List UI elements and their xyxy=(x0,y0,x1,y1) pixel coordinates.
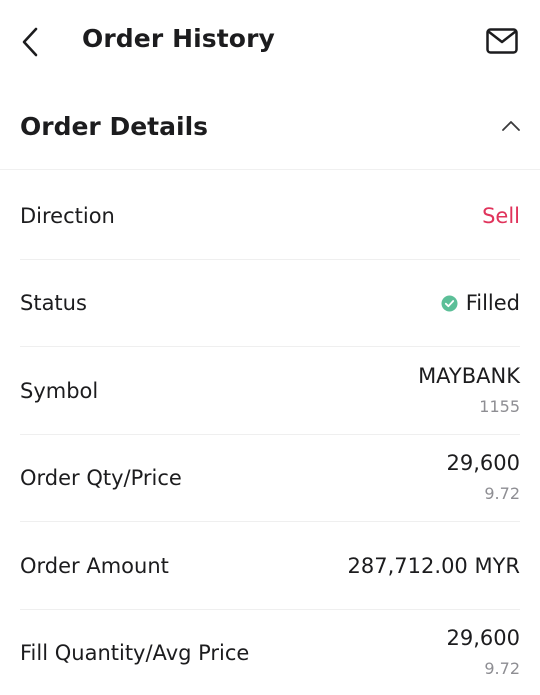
check-circle-icon xyxy=(441,295,458,312)
symbol-value: MAYBANK 1155 xyxy=(418,362,520,420)
order-amount-label: Order Amount xyxy=(20,553,169,578)
top-bar: Order History xyxy=(0,0,540,84)
symbol-label: Symbol xyxy=(20,378,99,403)
chevron-left-icon xyxy=(22,27,38,57)
direction-label: Direction xyxy=(20,203,115,228)
row-order-amount: Order Amount 287,712.00 MYR xyxy=(0,522,540,610)
order-history-screen: Order History Order Details Direction Se… xyxy=(0,0,540,695)
status-value: Filled xyxy=(465,291,520,316)
order-qty-price-label: Order Qty/Price xyxy=(20,466,182,491)
messages-button[interactable] xyxy=(484,24,520,58)
row-direction: Direction Sell xyxy=(0,172,540,260)
fill-qty-avg-price-label: Fill Quantity/Avg Price xyxy=(20,641,250,666)
chevron-up-icon[interactable] xyxy=(498,116,524,136)
avg-price: 9.72 xyxy=(484,659,520,679)
symbol-code: 1155 xyxy=(479,396,520,416)
page-title: Order History xyxy=(82,24,275,53)
fill-qty-avg-price-value: 29,600 9.72 xyxy=(447,624,520,682)
fill-qty: 29,600 xyxy=(446,626,520,651)
symbol-name: MAYBANK xyxy=(418,363,520,388)
status-label: Status xyxy=(20,291,87,316)
order-details-section-header[interactable]: Order Details xyxy=(0,90,540,170)
order-qty: 29,600 xyxy=(446,451,520,476)
row-status: Status Filled xyxy=(0,260,540,348)
order-amount-value: 287,712.00 MYR xyxy=(347,553,520,578)
section-title: Order Details xyxy=(20,112,209,141)
order-details-list: Direction Sell Status Filled Symbol MAYB… xyxy=(0,172,540,695)
status-badge: Filled xyxy=(441,291,520,315)
back-button[interactable] xyxy=(12,22,48,62)
direction-value: Sell xyxy=(482,203,520,228)
row-order-qty-price: Order Qty/Price 29,600 9.72 xyxy=(0,435,540,523)
row-symbol: Symbol MAYBANK 1155 xyxy=(0,347,540,435)
order-price: 9.72 xyxy=(484,484,520,504)
row-fill-qty-avg-price: Fill Quantity/Avg Price 29,600 9.72 xyxy=(0,610,540,695)
envelope-icon xyxy=(486,28,518,54)
order-qty-price-value: 29,600 9.72 xyxy=(447,449,520,507)
